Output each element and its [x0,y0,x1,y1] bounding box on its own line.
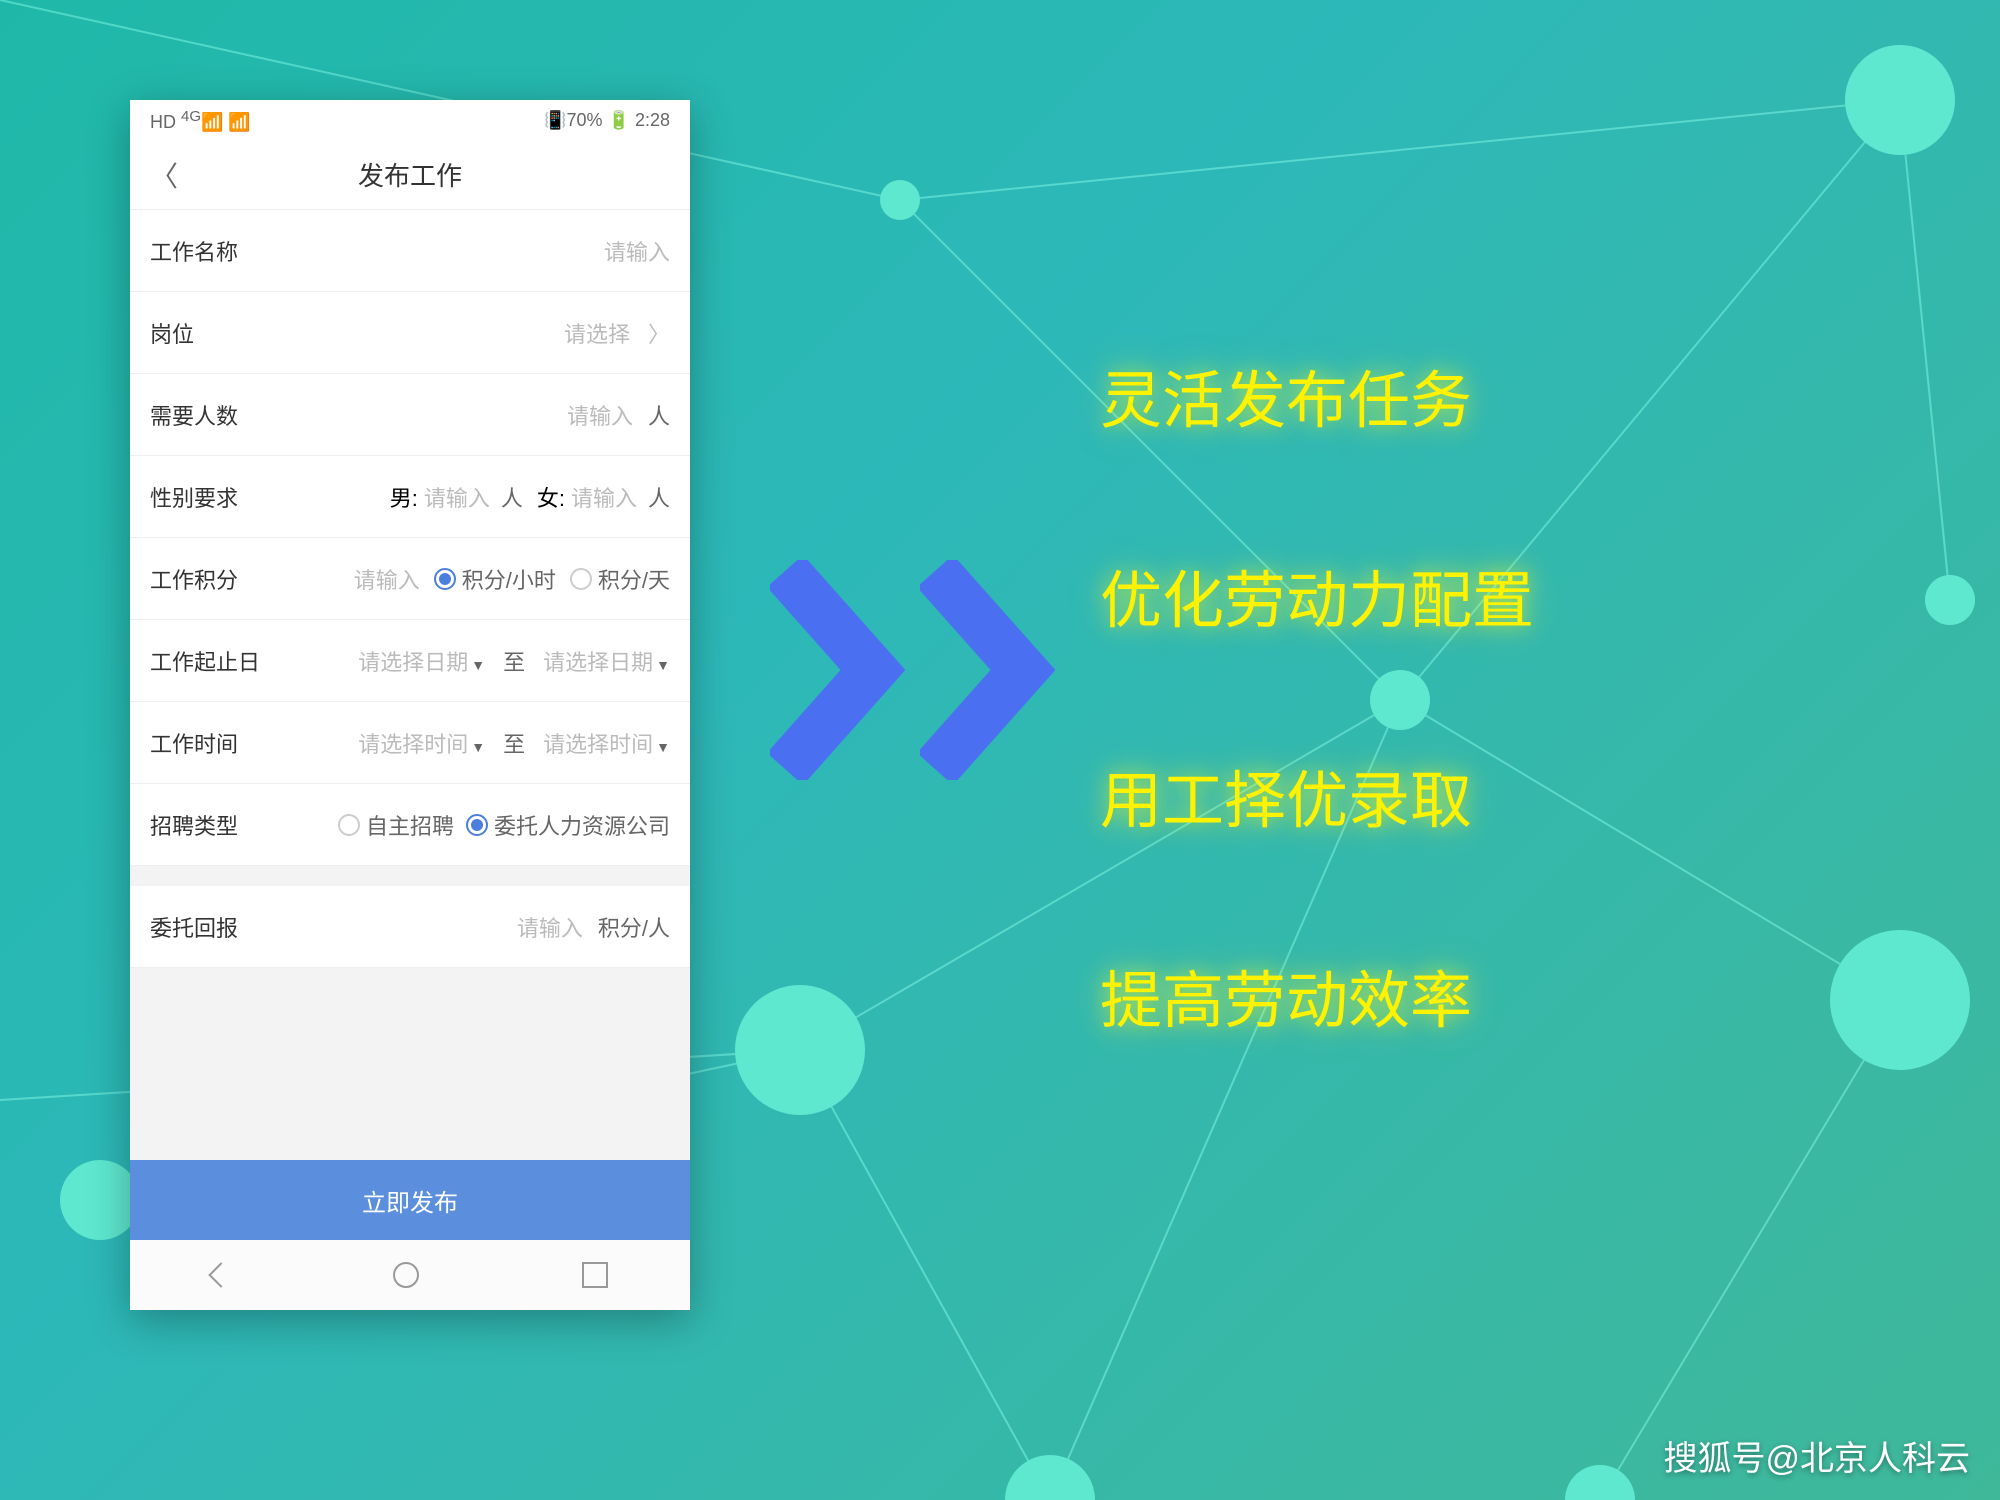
row-position[interactable]: 岗位 请选择 〉 [130,292,690,374]
row-points: 工作积分 请输入 积分/小时 积分/天 [130,538,690,620]
slogan-list: 灵活发布任务 优化劳动力配置 用工择优录取 提高劳动效率 [1100,350,1534,1040]
label-position: 岗位 [150,317,270,349]
row-commission[interactable]: 委托回报 请输入 积分/人 [130,886,690,968]
nav-recent-icon[interactable] [582,1262,608,1288]
label-job-name: 工作名称 [150,235,270,267]
row-gender: 性别要求 男: 请输入 人 女: 请输入 人 [130,456,690,538]
title-bar: 〈 发布工作 [130,140,690,210]
row-job-name[interactable]: 工作名称 请输入 [130,210,690,292]
label-male: 男: [390,481,418,513]
radio-dot-icon [338,814,360,836]
radio-points-hour[interactable]: 积分/小时 [434,563,556,595]
empty-area [130,968,690,1160]
page-title: 发布工作 [130,156,690,193]
radio-dot-icon [466,814,488,836]
label-recruit-type: 招聘类型 [150,809,270,841]
status-bar: HD 4G📶 📶 📳70% 🔋 2:28 [130,100,690,140]
section-gap [130,866,690,886]
unit-commission: 积分/人 [598,911,670,943]
input-points[interactable]: 请输入 [354,563,420,595]
nav-home-icon[interactable] [393,1262,419,1288]
select-time-end[interactable]: 请选择时间▼ [543,727,670,759]
radio-points-day[interactable]: 积分/天 [570,563,670,595]
label-time-range: 工作时间 [150,727,270,759]
status-right: 📳70% 🔋 2:28 [544,110,670,131]
label-date-range: 工作起止日 [150,645,270,677]
unit-headcount: 人 [648,399,670,431]
chevron-right-icon: 〉 [648,317,670,349]
row-time-range: 工作时间 请选择时间▼ 至 请选择时间▼ [130,702,690,784]
row-recruit-type: 招聘类型 自主招聘 委托人力资源公司 [130,784,690,866]
label-gender: 性别要求 [150,481,270,513]
select-date-start[interactable]: 请选择日期▼ [358,645,485,677]
radio-delegate-hr[interactable]: 委托人力资源公司 [466,809,670,841]
radio-self-recruit[interactable]: 自主招聘 [338,809,454,841]
radio-dot-icon [570,568,592,590]
label-female: 女: [537,481,565,513]
row-date-range: 工作起止日 请选择日期▼ 至 请选择日期▼ [130,620,690,702]
double-chevron-icon [770,560,1060,780]
input-job-name[interactable]: 请输入 [604,235,670,267]
label-points: 工作积分 [150,563,270,595]
slogan-3: 用工择优录取 [1100,750,1534,840]
slogan-1: 灵活发布任务 [1100,350,1534,440]
select-time-start[interactable]: 请选择时间▼ [358,727,485,759]
android-nav-bar [130,1240,690,1310]
input-commission[interactable]: 请输入 [517,911,583,943]
radio-dot-icon [434,568,456,590]
submit-button[interactable]: 立即发布 [130,1160,690,1240]
select-date-end[interactable]: 请选择日期▼ [543,645,670,677]
input-male[interactable]: 请输入 [424,481,490,513]
nav-back-icon[interactable] [208,1262,233,1287]
select-position[interactable]: 请选择 [564,317,630,349]
watermark: 搜狐号@北京人科云 [1663,1431,1970,1480]
status-left: HD 4G📶 📶 [150,108,251,133]
slogan-4: 提高劳动效率 [1100,950,1534,1040]
slogan-2: 优化劳动力配置 [1100,550,1534,640]
back-icon[interactable]: 〈 [150,155,178,195]
input-female[interactable]: 请输入 [571,481,637,513]
row-headcount[interactable]: 需要人数 请输入 人 [130,374,690,456]
label-headcount: 需要人数 [150,399,270,431]
phone-screenshot: HD 4G📶 📶 📳70% 🔋 2:28 〈 发布工作 工作名称 请输入 岗位 … [130,100,690,1310]
input-headcount[interactable]: 请输入 [567,399,633,431]
label-commission: 委托回报 [150,911,270,943]
form: 工作名称 请输入 岗位 请选择 〉 需要人数 请输入 人 性别要求 男: [130,210,690,968]
